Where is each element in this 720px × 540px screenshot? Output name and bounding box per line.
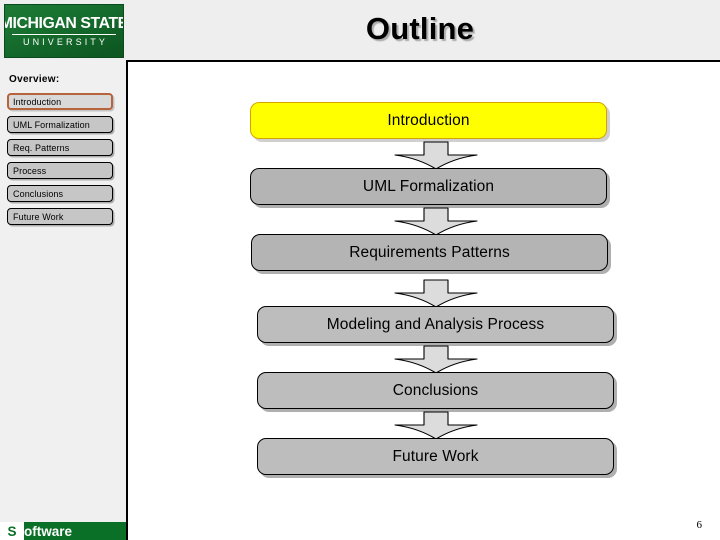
flow-step-label: Future Work <box>392 447 479 465</box>
flow-step-label: Introduction <box>387 111 470 129</box>
flow-step-conclusions[interactable]: Conclusions <box>257 372 614 409</box>
flow-step-modeling-and-analysis-process[interactable]: Modeling and Analysis Process <box>257 306 614 343</box>
outline-flow-diagram: Introduction UML Formalization Requireme… <box>0 0 720 540</box>
flow-step-label: Modeling and Analysis Process <box>326 315 545 333</box>
flow-step-label: Requirements Patterns <box>349 243 510 261</box>
flow-step-label: Conclusions <box>392 381 479 399</box>
down-arrow-icon <box>394 411 478 441</box>
down-arrow-icon <box>394 345 478 375</box>
page-number: 6 <box>696 519 703 531</box>
down-arrow-icon <box>394 141 478 171</box>
flow-step-future-work[interactable]: Future Work <box>257 438 614 475</box>
flow-step-requirements-patterns[interactable]: Requirements Patterns <box>251 234 608 271</box>
flow-step-introduction[interactable]: Introduction <box>250 102 607 139</box>
slide-canvas: MICHIGAN STATE UNIVERSITY Outline Overvi… <box>0 0 720 540</box>
flow-step-label: UML Formalization <box>362 177 495 195</box>
down-arrow-icon <box>394 279 478 309</box>
down-arrow-icon <box>394 207 478 237</box>
flow-step-uml-formalization[interactable]: UML Formalization <box>250 168 607 205</box>
